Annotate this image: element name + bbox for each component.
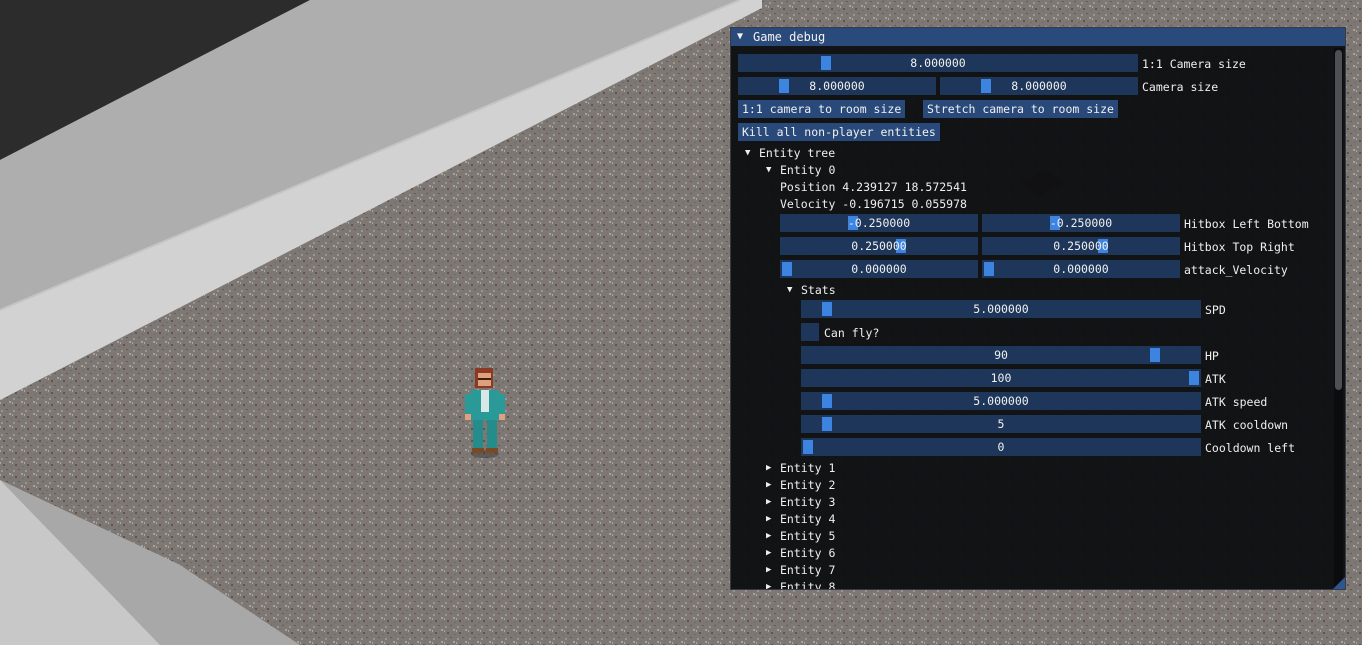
entity-velocity-text: Velocity -0.196715 0.055978 (780, 197, 967, 211)
entity-node[interactable]: Entity 6 (780, 545, 835, 561)
tree-collapsed-icon[interactable]: ▶ (766, 562, 771, 578)
camera-size-1to1-label: 1:1 Camera size (1142, 57, 1246, 71)
can-fly-checkbox[interactable] (801, 323, 819, 341)
tree-collapsed-icon[interactable]: ▶ (766, 460, 771, 476)
entity-tree-node[interactable]: Entity tree (759, 145, 835, 161)
cooldown-left-label: Cooldown left (1205, 441, 1296, 455)
hitbox-top-slider[interactable]: 0.250000 (780, 237, 978, 255)
slider-value: 0 (997, 440, 1005, 454)
hp-slider[interactable]: 90 (801, 346, 1201, 364)
slider-grab[interactable] (984, 262, 994, 276)
slider-value: 0.000000 (1053, 262, 1109, 276)
camera-size-1to1-slider[interactable]: 8.000000 (738, 54, 1138, 72)
entity-node[interactable]: Entity 3 (780, 494, 835, 510)
slider-value: 5.000000 (973, 394, 1029, 408)
slider-value: 90 (994, 348, 1008, 362)
entity-node[interactable]: Entity 4 (780, 511, 835, 527)
slider-grab[interactable] (822, 394, 833, 408)
hp-label: HP (1205, 349, 1219, 363)
atk-speed-label: ATK speed (1205, 395, 1268, 409)
atk-slider[interactable]: 100 (801, 369, 1201, 387)
resize-grip-icon[interactable] (1333, 577, 1345, 589)
entity-position-text: Position 4.239127 18.572541 (780, 180, 967, 194)
slider-value: -0.250000 (847, 216, 911, 230)
entity-node[interactable]: Entity 8 (780, 579, 835, 589)
tree-expanded-icon[interactable]: ▼ (787, 282, 792, 298)
stats-node[interactable]: Stats (801, 282, 836, 298)
hitbox-bottom-slider[interactable]: -0.250000 (982, 214, 1180, 232)
window-title-bar[interactable]: ▼ Game debug (731, 28, 1345, 46)
entity-node[interactable]: Entity 2 (780, 477, 835, 493)
slider-value: 0.250000 (1053, 239, 1109, 253)
entity-node[interactable]: Entity 1 (780, 460, 835, 476)
camera-size-y-slider[interactable]: 8.000000 (940, 77, 1138, 95)
tree-expanded-icon[interactable]: ▼ (766, 162, 771, 178)
hitbox-right-slider[interactable]: 0.250000 (982, 237, 1180, 255)
slider-value: 8.000000 (910, 56, 966, 70)
stretch-camera-button[interactable]: Stretch camera to room size (923, 100, 1118, 118)
slider-grab[interactable] (778, 79, 789, 93)
slider-grab[interactable] (1189, 371, 1199, 385)
tree-collapsed-icon[interactable]: ▶ (766, 494, 771, 510)
atk-cooldown-label: ATK cooldown (1205, 418, 1289, 432)
camera-size-x-slider[interactable]: 8.000000 (738, 77, 936, 95)
fit-camera-button[interactable]: 1:1 camera to room size (738, 100, 906, 118)
slider-grab[interactable] (822, 302, 833, 316)
hitbox-top-right-label: Hitbox Top Right (1184, 240, 1295, 254)
hitbox-left-slider[interactable]: -0.250000 (780, 214, 978, 232)
tree-collapsed-icon[interactable]: ▶ (766, 477, 771, 493)
entity-node[interactable]: Entity 7 (780, 562, 835, 578)
tree-collapsed-icon[interactable]: ▶ (766, 545, 771, 561)
hitbox-left-bottom-label: Hitbox Left Bottom (1184, 217, 1309, 231)
atk-label: ATK (1205, 372, 1226, 386)
cooldown-left-slider[interactable]: 0 (801, 438, 1201, 456)
window-scrollbar[interactable] (1334, 48, 1343, 588)
slider-value: 0.000000 (851, 262, 907, 276)
attack-velocity-label: attack_Velocity (1184, 263, 1288, 277)
spd-slider[interactable]: 5.000000 (801, 300, 1201, 318)
window-title: Game debug (753, 30, 826, 44)
atk-speed-slider[interactable]: 5.000000 (801, 392, 1201, 410)
player-character (465, 368, 505, 458)
can-fly-label: Can fly? (824, 326, 880, 340)
slider-grab[interactable] (803, 440, 813, 454)
tree-collapsed-icon[interactable]: ▶ (766, 579, 771, 589)
spd-label: SPD (1205, 303, 1226, 317)
slider-value: 8.000000 (809, 79, 865, 93)
tree-collapsed-icon[interactable]: ▶ (766, 511, 771, 527)
slider-value: 5.000000 (973, 302, 1029, 316)
atk-cooldown-slider[interactable]: 5 (801, 415, 1201, 433)
slider-grab[interactable] (1150, 348, 1161, 362)
entity-node[interactable]: Entity 5 (780, 528, 835, 544)
tree-collapsed-icon[interactable]: ▶ (766, 528, 771, 544)
kill-entities-button[interactable]: Kill all non-player entities (738, 123, 940, 141)
slider-value: 0.250000 (851, 239, 907, 253)
slider-value: 100 (990, 371, 1012, 385)
slider-grab[interactable] (822, 417, 833, 431)
scrollbar-grab[interactable] (1335, 50, 1342, 390)
attack-velocity-y-slider[interactable]: 0.000000 (982, 260, 1180, 278)
game-debug-window[interactable]: ▼ Game debug 8.000000 1:1 Camera size 8.… (730, 27, 1346, 590)
attack-velocity-x-slider[interactable]: 0.000000 (780, 260, 978, 278)
slider-value: -0.250000 (1049, 216, 1113, 230)
slider-grab[interactable] (821, 56, 832, 70)
collapse-arrow-icon[interactable]: ▼ (737, 28, 743, 46)
entity-0-node[interactable]: Entity 0 (780, 162, 835, 178)
camera-size-label: Camera size (1142, 80, 1219, 94)
slider-value: 8.000000 (1011, 79, 1067, 93)
slider-grab[interactable] (980, 79, 991, 93)
slider-value: 5 (997, 417, 1005, 431)
tree-expanded-icon[interactable]: ▼ (745, 145, 750, 161)
slider-grab[interactable] (782, 262, 792, 276)
